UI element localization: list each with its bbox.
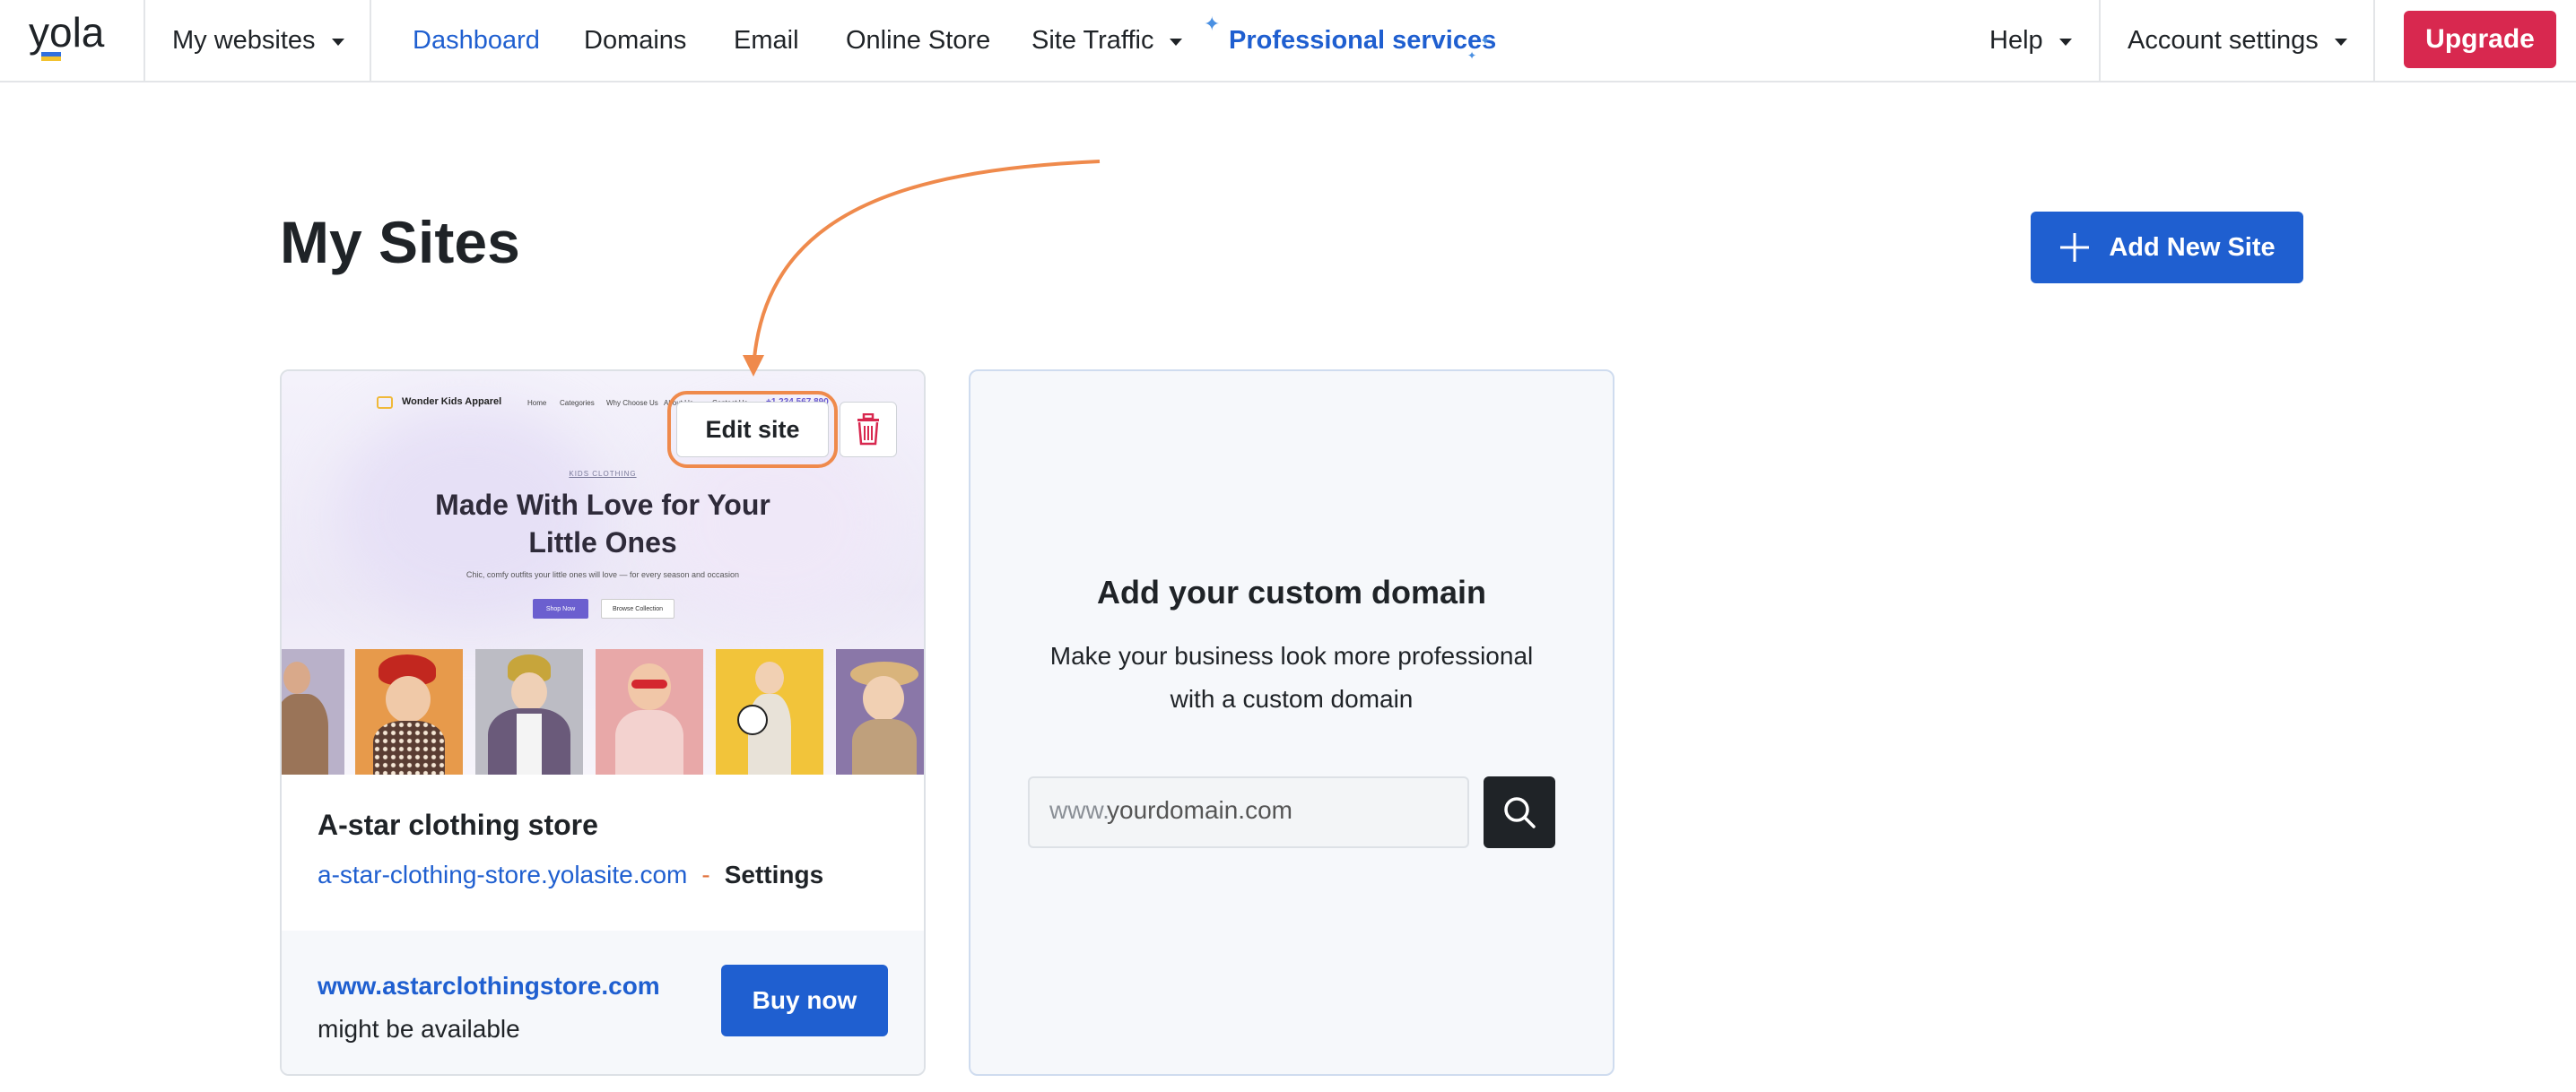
preview-subline: Chic, comfy outfits your little ones wil…	[466, 570, 740, 579]
delete-site-button[interactable]	[840, 402, 897, 457]
preview-link: Home	[527, 399, 547, 407]
preview-headline-line1: Made With Love for Your	[435, 489, 770, 521]
preview-brand: Wonder Kids Apparel	[402, 396, 502, 407]
preview-link: Why Choose Us	[606, 399, 658, 407]
site-preview-thumbnail[interactable]: Wonder Kids Apparel Home Categories Why …	[282, 371, 924, 775]
yola-logo-icon: yola	[29, 9, 105, 61]
preview-link: Categories	[560, 399, 595, 407]
site-card: Wonder Kids Apparel Home Categories Why …	[280, 369, 926, 1076]
custom-domain-title: Add your custom domain	[1096, 574, 1487, 611]
sparkle-icon: ✦	[1480, 33, 1491, 48]
chevron-down-icon	[2334, 38, 2347, 46]
preview-browse-button: Browse Collection	[601, 599, 674, 619]
search-icon	[1504, 797, 1536, 828]
account-settings-dropdown[interactable]: Account settings	[2128, 0, 2347, 81]
domain-search-input[interactable]: www. yourdomain.com	[1028, 776, 1469, 848]
sparkle-icon: ✦	[1204, 13, 1221, 35]
preview-shop-button: Shop Now	[533, 599, 588, 619]
top-navigation: yola My websites Dashboard Domains Email…	[0, 0, 2576, 82]
nav-divider	[2373, 0, 2375, 81]
nav-divider	[144, 0, 145, 81]
page-title: My Sites	[280, 209, 520, 275]
custom-domain-description: Make your business look more professiona…	[1042, 635, 1541, 721]
preview-photo	[355, 649, 463, 775]
nav-professional-services[interactable]: Professional services	[1229, 0, 1496, 81]
domain-input-value: yourdomain.com	[1107, 796, 1292, 824]
domain-search-button[interactable]	[1484, 776, 1555, 848]
add-new-site-button[interactable]: Add New Site	[2031, 212, 2303, 283]
add-new-site-label: Add New Site	[2109, 232, 2276, 262]
preview-headline: Made With Love for Your Little Ones	[282, 486, 924, 561]
upgrade-button[interactable]: Upgrade	[2404, 11, 2556, 68]
preview-photo	[596, 649, 703, 775]
site-settings-link[interactable]: Settings	[725, 861, 823, 889]
domain-input-prefix: www.	[1049, 796, 1110, 824]
preview-photo	[716, 649, 823, 775]
chevron-down-icon	[1170, 38, 1183, 46]
chevron-down-icon	[331, 38, 344, 46]
description-line: with a custom domain	[1170, 685, 1414, 713]
domain-availability-text: might be available	[318, 1015, 520, 1043]
account-settings-label: Account settings	[2128, 25, 2319, 55]
nav-site-traffic[interactable]: Site Traffic	[1031, 0, 1183, 81]
buy-now-button[interactable]: Buy now	[721, 965, 888, 1036]
sparkle-icon: ✦	[1467, 49, 1477, 62]
nav-online-store[interactable]: Online Store	[846, 0, 990, 81]
edit-site-button[interactable]: Edit site	[676, 402, 829, 457]
custom-domain-card: Add your custom domain Make your busines…	[969, 369, 1614, 1076]
preview-photo	[282, 649, 344, 775]
suggested-domain-link[interactable]: www.astarclothingstore.com	[318, 972, 660, 1001]
trash-icon	[857, 413, 879, 446]
preview-headline-line2: Little Ones	[528, 526, 677, 559]
preview-logo-icon	[377, 396, 393, 409]
site-name: A-star clothing store	[318, 809, 598, 841]
description-line: Make your business look more professiona…	[1049, 642, 1534, 670]
my-websites-label: My websites	[172, 25, 316, 55]
preview-photo	[836, 649, 924, 775]
nav-domains[interactable]: Domains	[584, 0, 686, 81]
help-dropdown[interactable]: Help	[1989, 0, 2072, 81]
plus-icon	[2060, 233, 2090, 262]
nav-email[interactable]: Email	[734, 0, 799, 81]
help-label: Help	[1989, 25, 2043, 55]
nav-divider	[370, 0, 371, 81]
domain-offer: www.astarclothingstore.com might be avai…	[282, 931, 924, 1074]
preview-photo	[475, 649, 583, 775]
svg-text:yola: yola	[29, 9, 105, 56]
site-links: a-star-clothing-store.yolasite.com - Set…	[318, 861, 823, 889]
nav-dashboard[interactable]: Dashboard	[413, 0, 540, 81]
site-traffic-label: Site Traffic	[1031, 25, 1154, 55]
link-separator: -	[701, 861, 710, 888]
yola-logo[interactable]: yola	[27, 9, 117, 66]
preview-kicker: KIDS CLOTHING	[569, 470, 637, 478]
my-websites-dropdown[interactable]: My websites	[172, 0, 344, 81]
chevron-down-icon	[2058, 38, 2072, 46]
nav-divider	[2099, 0, 2101, 81]
site-url-link[interactable]: a-star-clothing-store.yolasite.com	[318, 861, 687, 889]
